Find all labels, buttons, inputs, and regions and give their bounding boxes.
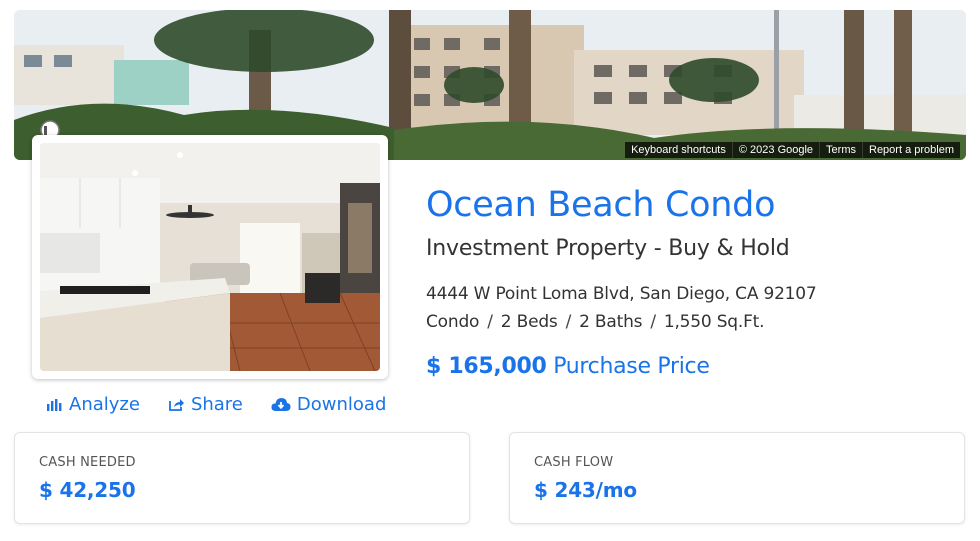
detail-separator: / — [650, 312, 656, 332]
property-actions: Analyze Share Download — [46, 394, 386, 415]
share-label: Share — [190, 394, 243, 415]
map-attribution: Keyboard shortcuts © 2023 Google Terms R… — [625, 142, 960, 158]
download-label: Download — [296, 394, 387, 415]
cash-needed-card: CASH NEEDED $ 42,250 — [14, 432, 470, 524]
property-details: Condo / 2 Beds / 2 Baths / 1,550 Sq.Ft. — [426, 312, 765, 332]
purchase-price: $ 165,000 Purchase Price — [426, 354, 710, 379]
share-icon — [169, 399, 184, 411]
detail-separator: / — [487, 312, 493, 332]
cash-flow-card: CASH FLOW $ 243/mo — [509, 432, 965, 524]
property-photo — [40, 143, 380, 371]
cash-flow-label: CASH FLOW — [534, 455, 614, 470]
property-title: Ocean Beach Condo — [426, 185, 776, 225]
share-button[interactable]: Share — [168, 394, 243, 415]
cash-needed-value: $ 42,250 — [39, 478, 136, 502]
detail-separator: / — [565, 312, 572, 332]
bar-chart-icon — [47, 398, 62, 411]
property-beds: 2 Beds — [500, 312, 558, 332]
property-address: 4444 W Point Loma Blvd, San Diego, CA 92… — [426, 284, 817, 304]
property-subtitle: Investment Property - Buy & Hold — [426, 236, 790, 261]
property-sqft: 1,550 Sq.Ft. — [663, 312, 765, 332]
cash-flow-value: $ 243/mo — [534, 478, 637, 502]
download-button[interactable]: Download — [271, 394, 386, 415]
cloud-download-icon — [271, 398, 291, 411]
analyze-button[interactable]: Analyze — [46, 394, 140, 415]
purchase-price-amount: $ 165,000 — [426, 354, 547, 379]
analyze-label: Analyze — [69, 394, 140, 415]
purchase-price-label: Purchase Price — [553, 354, 710, 379]
cash-needed-label: CASH NEEDED — [39, 455, 136, 470]
copyright-text: © 2023 Google — [731, 142, 819, 158]
keyboard-shortcuts-link[interactable]: Keyboard shortcuts — [625, 142, 732, 158]
property-photo-card[interactable] — [32, 135, 388, 379]
terms-link[interactable]: Terms — [819, 142, 862, 158]
property-type: Condo — [426, 312, 480, 332]
property-baths: 2 Baths — [579, 312, 643, 332]
report-problem-link[interactable]: Report a problem — [862, 142, 960, 158]
